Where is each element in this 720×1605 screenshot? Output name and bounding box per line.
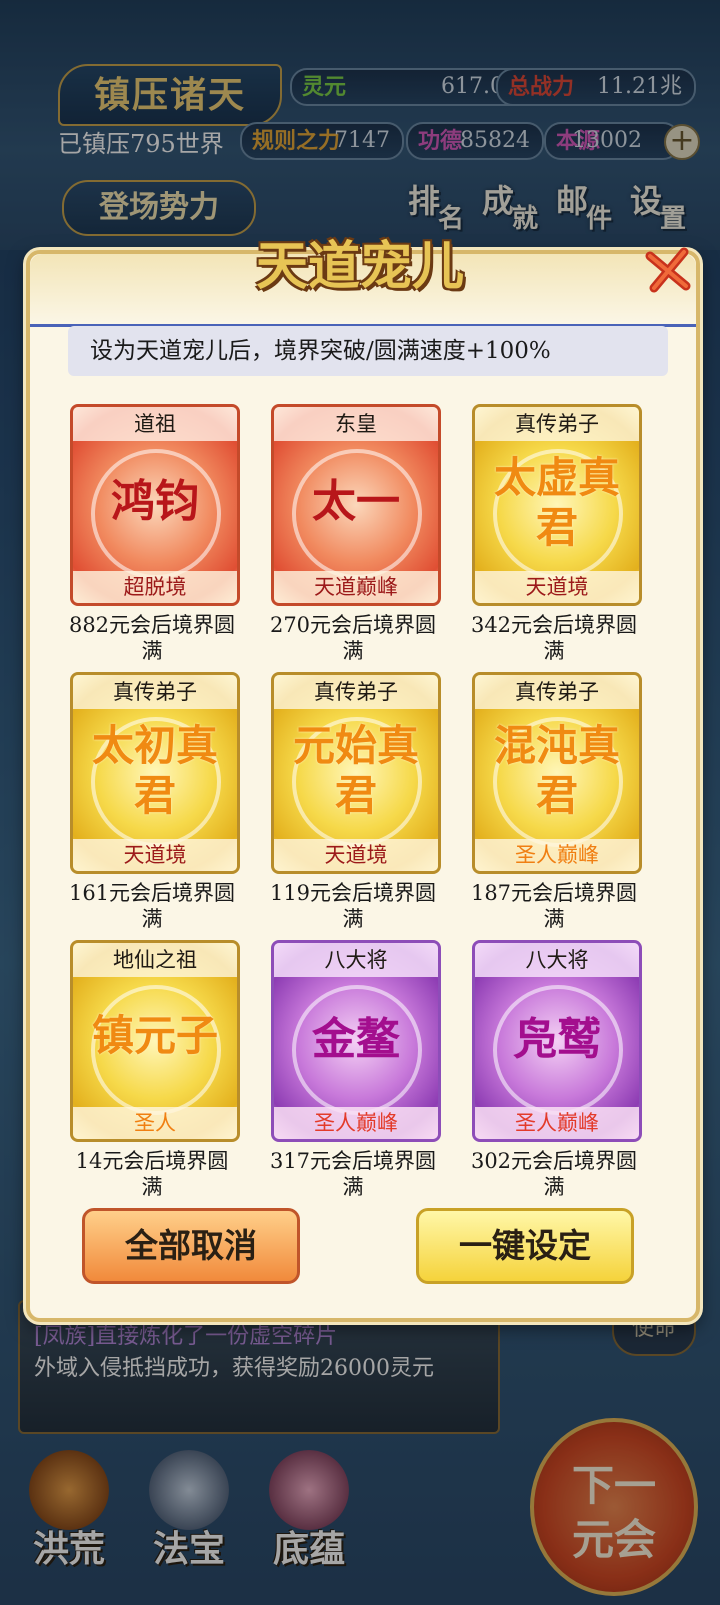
character-card-yuanshi[interactable]: 真传弟子 元始真君 天道境 — [271, 672, 441, 874]
card-caption: 187元会后境界圆满 — [470, 881, 638, 931]
card-caption: 14元会后境界圆满 — [75, 1149, 229, 1199]
character-card-hundun[interactable]: 真传弟子 混沌真君 圣人巅峰 — [472, 672, 642, 874]
bonus-banner: 设为天道宠儿后，境界突破/圆满速度+100% — [68, 326, 668, 376]
card-caption: 302元会后境界圆满 — [470, 1149, 638, 1199]
card-name: 混沌真君 — [493, 721, 620, 820]
card-realm: 天道境 — [475, 571, 639, 603]
card-name: 镇元子 — [91, 1011, 218, 1060]
character-card-taiyi[interactable]: 东皇 太一 天道巅峰 — [271, 404, 441, 606]
card-realm: 超脱境 — [73, 571, 237, 603]
card-rank: 真传弟子 — [274, 675, 438, 709]
character-card-hongjun[interactable]: 道祖 鸿钧 超脱境 — [70, 404, 240, 606]
card-name: 太虚真君 — [493, 453, 620, 552]
card-name: 元始真君 — [292, 721, 419, 820]
card-rank: 真传弟子 — [475, 675, 639, 709]
card-caption: 882元会后境界圆满 — [68, 613, 236, 663]
card-caption: 342元会后境界圆满 — [470, 613, 638, 663]
character-card-taixu[interactable]: 真传弟子 太虚真君 天道境 — [472, 404, 642, 606]
character-card-taichu[interactable]: 真传弟子 太初真君 天道境 — [70, 672, 240, 874]
one-key-set-button[interactable]: 一键设定 — [416, 1208, 634, 1284]
card-realm: 圣人巅峰 — [475, 839, 639, 871]
card-realm: 圣人 — [73, 1107, 237, 1139]
card-name: 凫鹫 — [513, 1014, 601, 1065]
card-rank: 东皇 — [274, 407, 438, 441]
card-realm: 天道巅峰 — [274, 571, 438, 603]
card-realm: 天道境 — [274, 839, 438, 871]
card-realm: 天道境 — [73, 839, 237, 871]
card-rank: 真传弟子 — [73, 675, 237, 709]
card-caption: 270元会后境界圆满 — [269, 613, 437, 663]
cancel-all-button[interactable]: 全部取消 — [82, 1208, 300, 1284]
card-name: 太一 — [312, 476, 400, 527]
card-caption: 119元会后境界圆满 — [269, 881, 437, 931]
card-name: 太初真君 — [91, 721, 218, 820]
dialog-title: 天道宠儿 — [255, 236, 464, 297]
card-realm: 圣人巅峰 — [274, 1107, 438, 1139]
card-rank: 八大将 — [274, 943, 438, 977]
card-name: 金鳌 — [312, 1014, 400, 1065]
favorite-dialog: 天道宠儿 设为天道宠儿后，境界突破/圆满速度+100% 道祖 鸿钧 超脱境 88… — [26, 236, 700, 1322]
card-rank: 真传弟子 — [475, 407, 639, 441]
card-realm: 圣人巅峰 — [475, 1107, 639, 1139]
character-card-zhenyuanzi[interactable]: 地仙之祖 镇元子 圣人 — [70, 940, 240, 1142]
card-rank: 道祖 — [73, 407, 237, 441]
close-icon[interactable] — [640, 242, 696, 298]
card-rank: 八大将 — [475, 943, 639, 977]
character-card-jinao[interactable]: 八大将 金鳌 圣人巅峰 — [271, 940, 441, 1142]
card-rank: 地仙之祖 — [73, 943, 237, 977]
character-card-fujiu[interactable]: 八大将 凫鹫 圣人巅峰 — [472, 940, 642, 1142]
card-caption: 317元会后境界圆满 — [269, 1149, 437, 1199]
card-name: 鸿钧 — [111, 476, 199, 527]
card-caption: 161元会后境界圆满 — [68, 881, 236, 931]
